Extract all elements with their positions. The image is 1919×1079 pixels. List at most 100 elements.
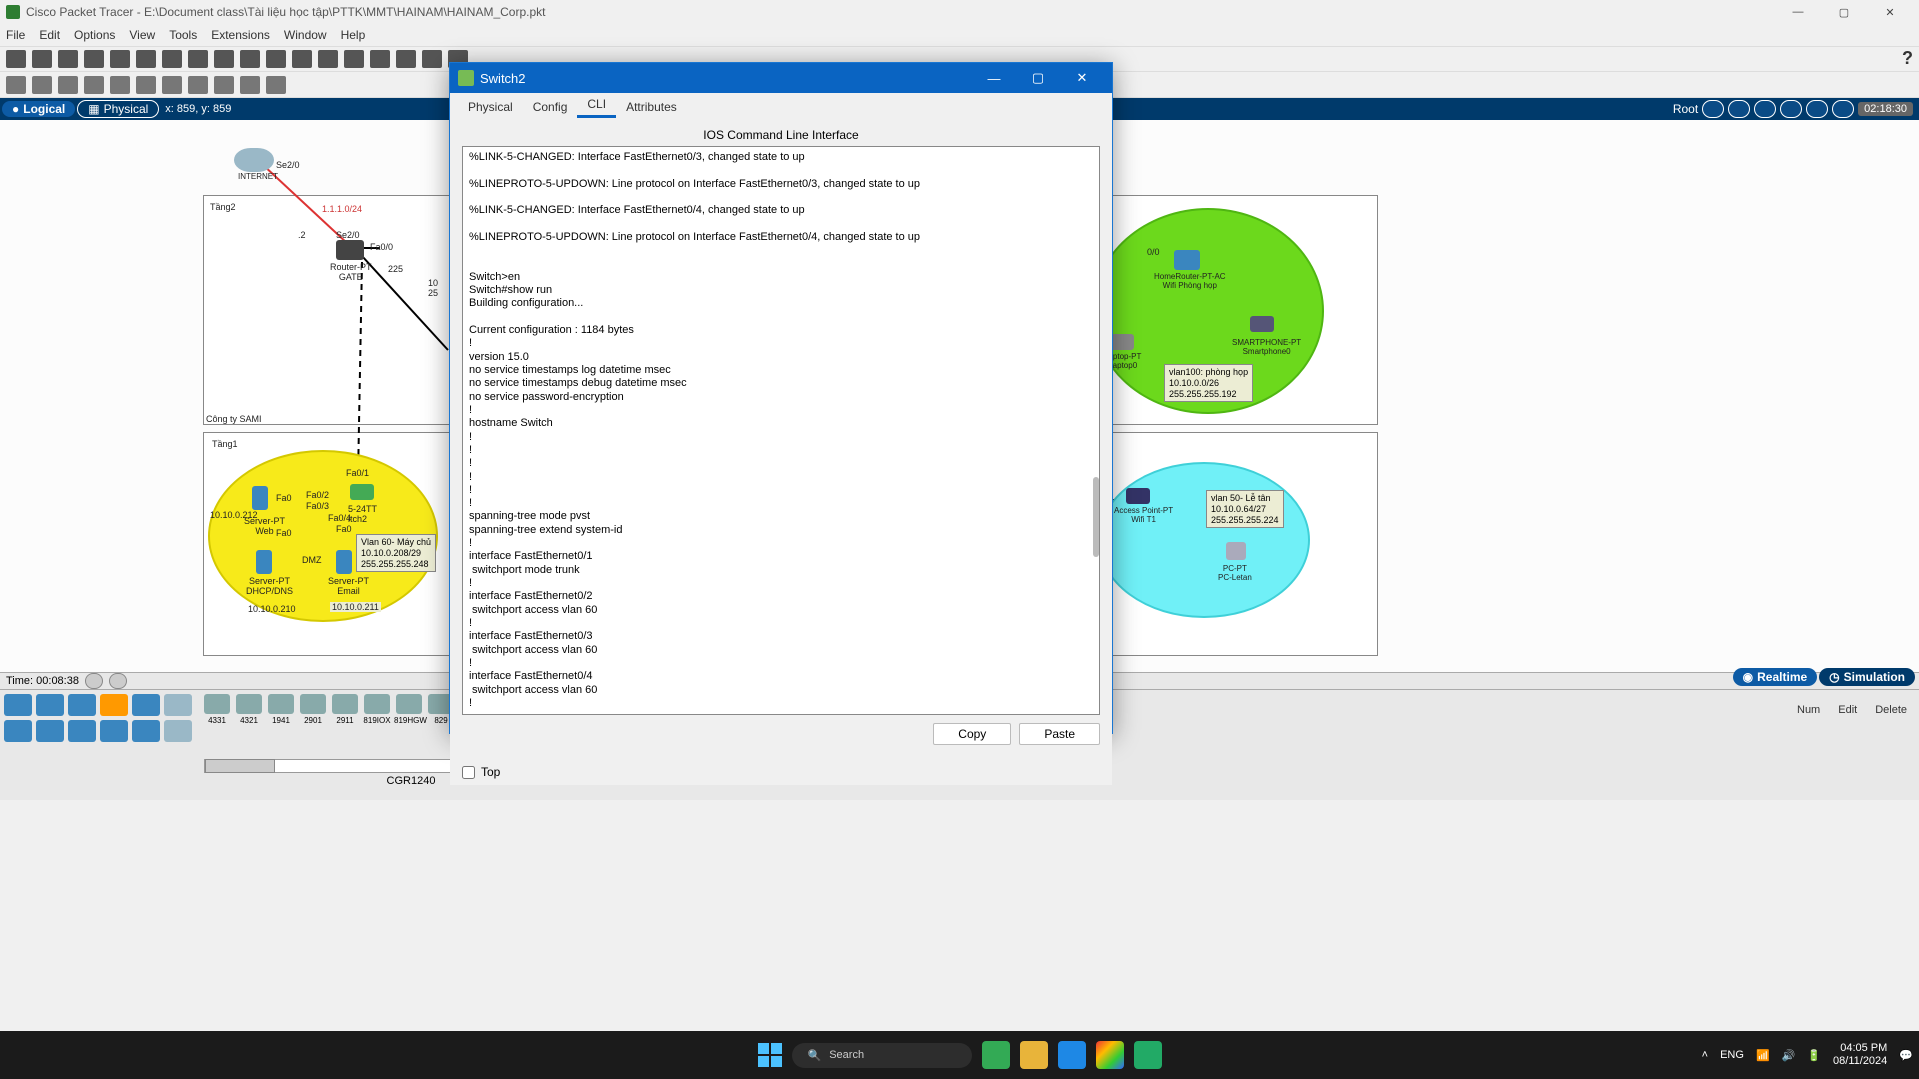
device-2911[interactable]: 2911 — [330, 694, 360, 725]
zoom-out-icon[interactable] — [266, 50, 286, 68]
simulation-tab[interactable]: ◷ Simulation — [1819, 668, 1915, 686]
device-icon-b[interactable] — [370, 50, 390, 68]
device-icon-d[interactable] — [422, 50, 442, 68]
device-icon-c[interactable] — [396, 50, 416, 68]
play-button[interactable] — [85, 673, 103, 689]
menu-view[interactable]: View — [129, 28, 155, 42]
resize-tool-icon[interactable] — [84, 76, 104, 94]
paste-icon[interactable] — [162, 50, 182, 68]
menu-tools[interactable]: Tools — [169, 28, 197, 42]
tray-battery-icon[interactable]: 🔋 — [1807, 1049, 1821, 1062]
palette-end-icon[interactable] — [36, 694, 64, 716]
device-819hgw[interactable]: 819HGW — [394, 694, 424, 725]
server-dhcp-icon[interactable] — [256, 550, 272, 574]
physical-tab[interactable]: ▦ Physical — [77, 100, 159, 118]
new-icon[interactable] — [6, 50, 26, 68]
draw-freeform-icon[interactable] — [214, 76, 234, 94]
popup-maximize-button[interactable]: ▢ — [1016, 63, 1060, 93]
zoom-fit-icon[interactable] — [292, 50, 312, 68]
device-819iox[interactable]: 819IOX — [362, 694, 392, 725]
copy-icon[interactable] — [136, 50, 156, 68]
delete-tool-icon[interactable] — [58, 76, 78, 94]
router-gate-icon[interactable] — [336, 240, 364, 260]
tray-chevron-icon[interactable]: ˄ — [1702, 1049, 1708, 1061]
device-4331[interactable]: 4331 — [202, 694, 232, 725]
paste-button[interactable]: Paste — [1019, 723, 1100, 745]
note-tool-icon[interactable] — [110, 76, 130, 94]
taskbar-app-zalo[interactable] — [1058, 1041, 1086, 1069]
menu-options[interactable]: Options — [74, 28, 115, 42]
taskbar-search[interactable]: 🔍 Search — [792, 1043, 972, 1068]
tray-notifications-icon[interactable]: 💬 — [1899, 1049, 1913, 1062]
close-button[interactable]: ✕ — [1867, 0, 1913, 24]
select-tool-icon[interactable] — [6, 76, 26, 94]
palette-misc-icon[interactable] — [132, 694, 160, 716]
tray-clock[interactable]: 04:05 PM 08/11/2024 — [1833, 1042, 1887, 1068]
device-4321[interactable]: 4321 — [234, 694, 264, 725]
redo-icon[interactable] — [214, 50, 234, 68]
cli-terminal[interactable]: %LINK-5-CHANGED: Interface FastEthernet0… — [462, 146, 1100, 715]
tray-wifi-icon[interactable]: 📶 — [1756, 1049, 1770, 1062]
draw-rect-icon[interactable] — [162, 76, 182, 94]
copy-button[interactable]: Copy — [933, 723, 1011, 745]
palette-sub4-icon[interactable] — [100, 720, 128, 742]
menu-help[interactable]: Help — [341, 28, 366, 42]
palette-multi-icon[interactable] — [164, 694, 192, 716]
nav-view-a-icon[interactable] — [1780, 100, 1802, 118]
inspect-tool-icon[interactable] — [32, 76, 52, 94]
open-icon[interactable] — [32, 50, 52, 68]
fast-forward-button[interactable] — [109, 673, 127, 689]
taskbar-app-explorer[interactable] — [1020, 1041, 1048, 1069]
taskbar-app-chrome[interactable] — [1096, 1041, 1124, 1069]
palette-conn-icon[interactable] — [100, 694, 128, 716]
menu-edit[interactable]: Edit — [39, 28, 60, 42]
tray-volume-icon[interactable]: 🔊 — [1782, 1049, 1796, 1062]
popup-minimize-button[interactable]: — — [972, 63, 1016, 93]
popup-titlebar[interactable]: Switch2 — ▢ ✕ — [450, 63, 1112, 93]
root-button[interactable]: Root — [1673, 102, 1698, 116]
palette-sub6-icon[interactable] — [164, 720, 192, 742]
zoom-in-icon[interactable] — [240, 50, 260, 68]
cli-scrollbar[interactable] — [1093, 477, 1099, 557]
minimize-button[interactable]: — — [1775, 0, 1821, 24]
palette-sub3-icon[interactable] — [68, 720, 96, 742]
pc-letan-icon[interactable] — [1226, 542, 1246, 560]
tab-config[interactable]: Config — [523, 96, 578, 118]
switch2-window[interactable]: Switch2 — ▢ ✕ Physical Config CLI Attrib… — [449, 62, 1113, 734]
realtime-tab[interactable]: ◉ Realtime — [1733, 668, 1818, 686]
save-icon[interactable] — [58, 50, 78, 68]
laptop-icon[interactable] — [1110, 334, 1134, 350]
tab-cli[interactable]: CLI — [577, 93, 616, 118]
server-email-icon[interactable] — [336, 550, 352, 574]
nav-env-icon[interactable] — [1832, 100, 1854, 118]
switch-icon[interactable] — [350, 484, 374, 500]
logical-tab[interactable]: ● Logical — [2, 101, 75, 117]
undo-icon[interactable] — [188, 50, 208, 68]
nav-back-icon[interactable] — [1702, 100, 1724, 118]
palette-sub5-icon[interactable] — [132, 720, 160, 742]
tab-physical[interactable]: Physical — [458, 96, 523, 118]
menu-extensions[interactable]: Extensions — [211, 28, 270, 42]
menu-window[interactable]: Window — [284, 28, 327, 42]
nav-cloud-icon[interactable] — [1728, 100, 1750, 118]
start-button[interactable] — [758, 1043, 782, 1067]
complex-pdu-icon[interactable] — [266, 76, 286, 94]
cloud-icon[interactable] — [234, 148, 274, 172]
palette-comp-icon[interactable] — [68, 694, 96, 716]
taskbar-app-misc[interactable] — [1134, 1041, 1162, 1069]
draw-ellipse-icon[interactable] — [188, 76, 208, 94]
tab-attributes[interactable]: Attributes — [616, 96, 687, 118]
top-checkbox[interactable] — [462, 766, 475, 779]
maximize-button[interactable]: ▢ — [1821, 0, 1867, 24]
tray-lang[interactable]: ENG — [1720, 1049, 1744, 1061]
draw-line-icon[interactable] — [136, 76, 156, 94]
popup-close-button[interactable]: ✕ — [1060, 63, 1104, 93]
letan-zone[interactable] — [1098, 462, 1310, 618]
palette-net-icon[interactable] — [4, 694, 32, 716]
palette-sub2-icon[interactable] — [36, 720, 64, 742]
home-router-icon[interactable] — [1174, 250, 1200, 270]
device-icon-a[interactable] — [344, 50, 364, 68]
print-icon[interactable] — [84, 50, 104, 68]
nav-move-icon[interactable] — [1754, 100, 1776, 118]
simple-pdu-icon[interactable] — [240, 76, 260, 94]
